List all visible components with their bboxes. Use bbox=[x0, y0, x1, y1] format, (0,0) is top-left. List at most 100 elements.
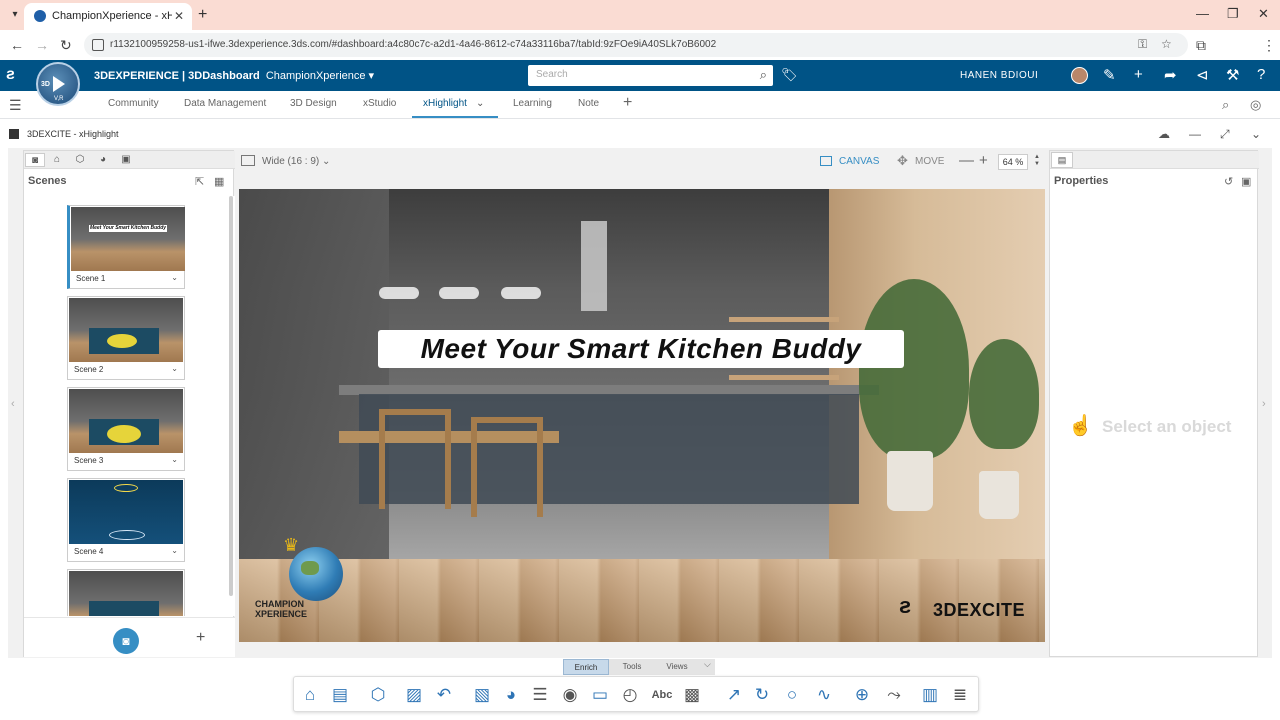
tab-search-chevron-icon[interactable]: ▾ bbox=[6, 6, 24, 24]
tab-chevron-down-icon[interactable]: ⌄ bbox=[476, 98, 484, 109]
scenes-scrollbar[interactable] bbox=[229, 196, 233, 596]
dashboard-name[interactable]: ChampionXperience bbox=[266, 70, 366, 82]
curve-tool-icon[interactable]: ∿ bbox=[812, 684, 836, 706]
capture-scene-button[interactable]: ◙ bbox=[113, 628, 139, 654]
zoom-level-input[interactable]: 64 % bbox=[998, 154, 1028, 170]
camera-tab-icon[interactable]: ◙ bbox=[25, 153, 45, 167]
circle-tool-icon[interactable]: ○ bbox=[780, 684, 804, 706]
tab-close-icon[interactable]: ✕ bbox=[174, 9, 184, 23]
new-tab-icon[interactable]: + bbox=[198, 6, 207, 24]
scene-card[interactable]: Scene 3 ⌄ bbox=[67, 387, 185, 471]
tab-community[interactable]: Community bbox=[108, 98, 159, 109]
home-icon[interactable]: ⌂ bbox=[298, 684, 322, 706]
browser-menu-icon[interactable]: ⋮ bbox=[1262, 37, 1276, 54]
close-window-icon[interactable]: ✕ bbox=[1258, 6, 1269, 22]
reset-icon[interactable]: ↺ bbox=[1224, 175, 1233, 188]
tools-icon[interactable]: ⚒ bbox=[1226, 66, 1239, 84]
bookmark-star-icon[interactable]: ☆ bbox=[1161, 37, 1172, 51]
headline-banner[interactable]: Meet Your Smart Kitchen Buddy bbox=[378, 330, 904, 368]
tab-enrich[interactable]: Enrich bbox=[563, 659, 609, 675]
search-icon[interactable]: ⌕ bbox=[760, 67, 767, 83]
arrow-tool-icon[interactable]: ↗ bbox=[722, 684, 746, 706]
notifications-icon[interactable]: ✎ bbox=[1103, 66, 1116, 84]
tab-xstudio[interactable]: xStudio bbox=[363, 98, 396, 109]
scene-menu-chevron-icon[interactable]: ⌄ bbox=[171, 455, 178, 464]
parts-tab-icon[interactable]: ⬡ bbox=[70, 153, 90, 167]
objects-tab-icon[interactable]: ⌂ bbox=[47, 153, 67, 167]
scene-card[interactable]: Scene 4 ⌄ bbox=[67, 478, 185, 562]
add-scene-icon[interactable]: + bbox=[196, 629, 205, 647]
password-key-icon[interactable]: ⚿ bbox=[1138, 37, 1147, 52]
tab-note[interactable]: Note bbox=[578, 98, 599, 109]
path-tool-icon[interactable]: ⤳ bbox=[882, 684, 906, 706]
capture-icon[interactable]: ▥ bbox=[918, 684, 942, 706]
search-input[interactable]: Search ⌕ bbox=[528, 65, 773, 86]
minimize-widget-icon[interactable]: — bbox=[1189, 127, 1201, 141]
grid-view-icon[interactable]: ▦ bbox=[214, 175, 224, 188]
zoom-in-icon[interactable]: + bbox=[979, 152, 988, 169]
tab-learning[interactable]: Learning bbox=[513, 98, 552, 109]
zoom-stepper-icon[interactable]: ▲ ▼ bbox=[1034, 154, 1040, 168]
action-bar-expand-icon[interactable]: ⌵ bbox=[704, 659, 711, 670]
tab-xhighlight[interactable]: xHighlight bbox=[423, 98, 467, 109]
url-field[interactable]: r1132100959258-us1-ifwe.3dexperience.3ds… bbox=[84, 33, 1188, 57]
select-pointer-icon[interactable]: ⇱ bbox=[195, 175, 204, 188]
social-share-icon[interactable]: ⊲ bbox=[1196, 66, 1209, 84]
scene-card[interactable]: Meet Your Smart Kitchen Buddy Scene 1 ⌄ bbox=[67, 205, 185, 289]
scene-card[interactable]: Scene 2 ⌄ bbox=[67, 296, 185, 380]
extensions-icon[interactable]: ⧉ bbox=[1196, 37, 1206, 54]
browser-tab-active[interactable]: ChampionXperience - xHighlight ✕ bbox=[24, 3, 192, 30]
scene-menu-chevron-icon[interactable]: ⌄ bbox=[171, 546, 178, 555]
timer-icon[interactable]: ◴ bbox=[618, 684, 642, 706]
collapse-right-arrow-icon[interactable]: › bbox=[1262, 398, 1266, 410]
import-icon[interactable]: ⬡ bbox=[366, 684, 390, 706]
reload-icon[interactable]: ↻ bbox=[60, 37, 72, 54]
aspect-ratio-icon[interactable] bbox=[241, 155, 255, 166]
canvas-mode-button[interactable]: CANVAS bbox=[839, 156, 879, 167]
tag-icon[interactable]: 🏷 bbox=[781, 67, 798, 83]
picture-icon[interactable]: ▩ bbox=[680, 684, 704, 706]
materials-tab-icon[interactable]: ◕ bbox=[93, 153, 113, 167]
view-options-icon[interactable]: ◎ bbox=[1250, 97, 1261, 113]
scene-card[interactable] bbox=[67, 569, 185, 616]
user-name[interactable]: HANEN BDIOUI bbox=[960, 70, 1038, 81]
scene-canvas[interactable]: Meet Your Smart Kitchen Buddy ♛ CHAMPION… bbox=[239, 189, 1045, 642]
rotate-icon[interactable]: ↻ bbox=[750, 684, 774, 706]
help-icon[interactable]: ? bbox=[1257, 66, 1265, 83]
back-icon[interactable]: ← bbox=[10, 37, 24, 53]
layers-icon[interactable]: ☰ bbox=[528, 684, 552, 706]
move-icon[interactable]: ✥ bbox=[897, 153, 908, 169]
share-forward-icon[interactable]: ➦ bbox=[1164, 66, 1177, 84]
canvas-icon[interactable] bbox=[820, 156, 832, 166]
align-icon[interactable]: ≣ bbox=[948, 684, 972, 706]
tab-views[interactable]: Views bbox=[655, 659, 699, 675]
widget-menu-chevron-icon[interactable]: ⌄ bbox=[1251, 127, 1261, 141]
site-info-icon[interactable] bbox=[92, 39, 104, 51]
text-tool-icon[interactable]: Abc bbox=[650, 684, 674, 706]
tab-3d-design[interactable]: 3D Design bbox=[290, 98, 337, 109]
play-animation-icon[interactable]: ◉ bbox=[558, 684, 582, 706]
restore-window-icon[interactable]: ❐ bbox=[1227, 6, 1239, 22]
search-tab-icon[interactable]: ⌕ bbox=[1222, 97, 1229, 113]
undo-icon[interactable]: ↶ bbox=[432, 684, 456, 706]
hamburger-menu-icon[interactable]: ☰ bbox=[9, 97, 22, 114]
fullscreen-icon[interactable]: ⤢ bbox=[1220, 127, 1230, 142]
scene-menu-chevron-icon[interactable]: ⌄ bbox=[171, 364, 178, 373]
avatar[interactable] bbox=[1071, 67, 1088, 84]
tab-data-management[interactable]: Data Management bbox=[184, 98, 266, 109]
aspect-ratio-select[interactable]: Wide (16 : 9) ⌄ bbox=[262, 156, 330, 167]
image-icon[interactable]: ▨ bbox=[402, 684, 426, 706]
tab-tools[interactable]: Tools bbox=[611, 659, 653, 675]
collapse-left-arrow-icon[interactable]: ‹ bbox=[11, 398, 15, 410]
comment-icon[interactable]: ▭ bbox=[588, 684, 612, 706]
save-icon[interactable]: ▤ bbox=[328, 684, 352, 706]
media-tab-icon[interactable]: ▣ bbox=[116, 153, 136, 167]
add-tab-icon[interactable]: + bbox=[623, 94, 632, 112]
insert-object-icon[interactable]: ▧ bbox=[470, 684, 494, 706]
material-sphere-icon[interactable]: ◕ bbox=[499, 684, 523, 706]
forward-icon[interactable]: → bbox=[35, 37, 49, 53]
save-icon[interactable]: ▣ bbox=[1241, 175, 1251, 188]
minimize-window-icon[interactable]: — bbox=[1196, 6, 1209, 21]
scene-menu-chevron-icon[interactable]: ⌄ bbox=[171, 273, 178, 282]
measure-icon[interactable]: ⊕ bbox=[850, 684, 874, 706]
